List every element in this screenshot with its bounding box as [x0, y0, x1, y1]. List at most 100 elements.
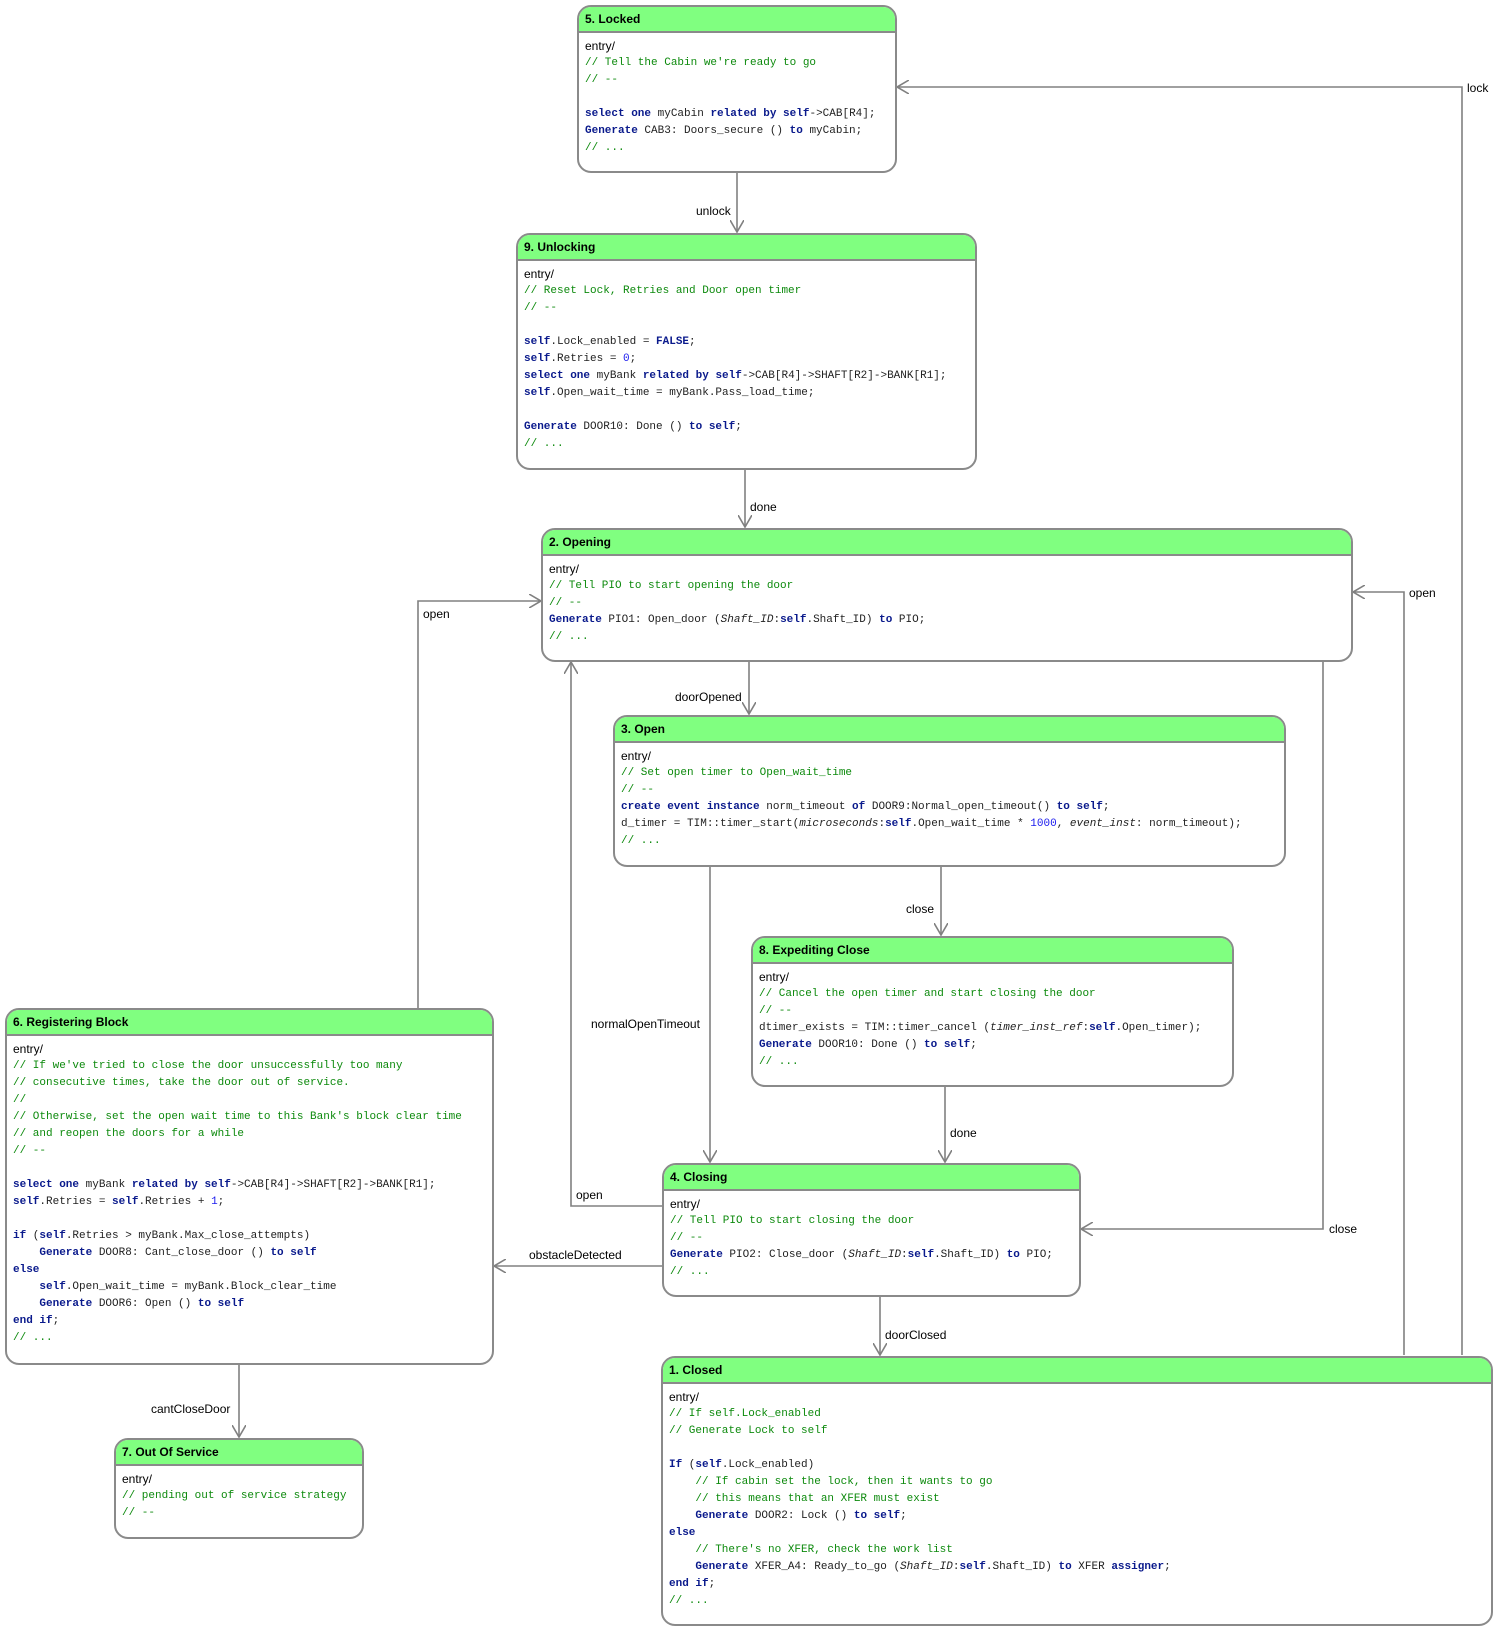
- state-title: 8. Expediting Close: [753, 938, 1232, 964]
- transition-label-close-open[interactable]: close: [906, 902, 934, 916]
- state-open[interactable]: 3. Open entry/ // Set open timer to Open…: [613, 715, 1286, 867]
- code-token: PIO2: Close_door (: [722, 1249, 849, 1261]
- code-token: self: [39, 1230, 66, 1242]
- code-token: DOOR10: Done (): [811, 1039, 925, 1051]
- transition-label-door-opened[interactable]: doorOpened: [675, 690, 742, 704]
- state-expediting-close[interactable]: 8. Expediting Close entry/ // Cancel the…: [751, 936, 1234, 1087]
- state-title: 4. Closing: [664, 1165, 1079, 1191]
- code-line: Generate DOOR8: Cant_close_door () to se…: [13, 1245, 486, 1262]
- code-block: // If we've tried to close the door unsu…: [13, 1058, 486, 1347]
- code-token: (: [682, 1459, 696, 1471]
- code-token: self: [695, 1459, 722, 1471]
- code-token: ->CAB[R4]->SHAFT[R2]->BANK[R1];: [230, 1179, 436, 1191]
- code-token: 0: [623, 353, 630, 365]
- transition-label-door-closed[interactable]: doorClosed: [885, 1328, 946, 1342]
- code-token: ;: [1164, 1561, 1171, 1573]
- transition-label-close-opening[interactable]: close: [1329, 1222, 1357, 1236]
- code-token: .Open_wait_time = myBank.Block_clear_tim…: [65, 1281, 337, 1293]
- code-token: if: [13, 1230, 27, 1242]
- state-locked[interactable]: 5. Locked entry/ // Tell the Cabin we're…: [577, 5, 897, 173]
- transition-label-open-closed[interactable]: open: [1409, 586, 1436, 600]
- code-token: self: [112, 1196, 139, 1208]
- state-out-of-service[interactable]: 7. Out Of Service entry/ // pending out …: [114, 1438, 364, 1539]
- entry-label: entry/: [585, 39, 616, 53]
- code-line: // ...: [585, 140, 889, 157]
- state-machine-diagram: 5. Locked entry/ // Tell the Cabin we're…: [0, 0, 1496, 1630]
- code-token: // --: [524, 302, 558, 314]
- state-title: 7. Out Of Service: [116, 1440, 362, 1466]
- entry-label: entry/: [549, 562, 580, 576]
- code-token: // consecutive times, take the door out …: [13, 1077, 350, 1089]
- code-line: Generate DOOR10: Done () to self;: [759, 1037, 1226, 1054]
- code-token: of: [852, 801, 866, 813]
- code-token: Generate: [39, 1247, 93, 1259]
- code-token: ->CAB[R4]->SHAFT[R2]->BANK[R1];: [741, 370, 947, 382]
- code-token: (: [26, 1230, 40, 1242]
- code-token: ;: [689, 336, 696, 348]
- code-token: .Retries =: [39, 1196, 113, 1208]
- code-token: DOOR2: Lock (): [748, 1510, 854, 1522]
- arrow-open-closed: [1353, 592, 1405, 1355]
- code-token: Generate: [670, 1249, 723, 1261]
- transition-label-unlock[interactable]: unlock: [696, 204, 731, 218]
- code-token: to self: [270, 1247, 317, 1259]
- code-line: Generate CAB3: Doors_secure () to myCabi…: [585, 123, 889, 140]
- code-line: if (self.Retries > myBank.Max_close_atte…: [13, 1228, 486, 1245]
- code-token: CAB3: Doors_secure (): [637, 125, 790, 137]
- code-token: d_timer = TIM::timer_start(: [621, 818, 800, 830]
- code-token: // Set open timer to Open_wait_time: [621, 767, 853, 779]
- code-token: myCabin;: [802, 125, 863, 137]
- code-token: Shaft_ID: [900, 1561, 953, 1573]
- transition-label-obstacle-detected[interactable]: obstacleDetected: [529, 1248, 622, 1262]
- code-token: Generate: [524, 421, 577, 433]
- code-token: XFER: [1071, 1561, 1112, 1573]
- code-block: // If self.Lock_enabled // Generate Lock …: [669, 1406, 1485, 1610]
- code-token: else: [669, 1527, 696, 1539]
- transition-label-lock[interactable]: lock: [1467, 81, 1488, 95]
- state-unlocking[interactable]: 9. Unlocking entry/ // Reset Lock, Retri…: [516, 233, 977, 470]
- code-token: end if: [669, 1578, 709, 1590]
- transition-label-done-unlocking[interactable]: done: [750, 500, 777, 514]
- code-token: select one: [524, 370, 591, 382]
- code-token: PIO1: Open_door (: [601, 614, 721, 626]
- arrow-open-registering: [417, 601, 541, 1008]
- code-token: .Retries > myBank.Max_close_attempts): [65, 1230, 311, 1242]
- transition-label-cant-close-door[interactable]: cantCloseDoor: [151, 1402, 230, 1416]
- code-token: XFER_A4: Ready_to_go (: [748, 1561, 901, 1573]
- state-closed[interactable]: 1. Closed entry/ // If self.Lock_enabled…: [661, 1356, 1493, 1626]
- code-token: to self: [689, 421, 736, 433]
- code-token: // --: [122, 1507, 156, 1519]
- code-token: // --: [549, 597, 583, 609]
- code-token: //: [13, 1094, 27, 1106]
- code-token: .Shaft_ID): [934, 1249, 1007, 1261]
- code-token: related by self: [642, 370, 742, 382]
- code-token: :: [901, 1249, 908, 1261]
- code-token: .Lock_enabled): [721, 1459, 815, 1471]
- code-token: Generate: [585, 125, 638, 137]
- state-closing[interactable]: 4. Closing entry/ // Tell PIO to start c…: [662, 1163, 1081, 1297]
- state-opening[interactable]: 2. Opening entry/ // Tell PIO to start o…: [541, 528, 1353, 662]
- code-line: // ...: [524, 436, 969, 453]
- entry-label: entry/: [759, 970, 790, 984]
- code-token: ;: [708, 1578, 716, 1590]
- code-token: myCabin: [651, 108, 711, 120]
- code-token: .Open_wait_time = myBank.Pass_load_time;: [550, 387, 815, 399]
- code-line: // --: [524, 300, 969, 317]
- state-title: 1. Closed: [663, 1358, 1491, 1384]
- transition-label-normal-open-timeout[interactable]: normalOpenTimeout: [591, 1017, 700, 1031]
- code-token: end if: [13, 1315, 53, 1327]
- entry-label: entry/: [621, 749, 652, 763]
- code-token: // --: [621, 784, 655, 796]
- code-token: // If cabin set the lock, then it wants …: [695, 1476, 993, 1488]
- transition-label-open-closing[interactable]: open: [576, 1188, 603, 1202]
- transition-label-done-expediting[interactable]: done: [950, 1126, 977, 1140]
- transition-label-open-registering[interactable]: open: [423, 607, 450, 621]
- state-registering-block[interactable]: 6. Registering Block entry/ // If we've …: [5, 1008, 494, 1365]
- code-line: // --: [549, 595, 1345, 612]
- entry-label: entry/: [122, 1472, 153, 1486]
- code-token: ;: [52, 1315, 60, 1327]
